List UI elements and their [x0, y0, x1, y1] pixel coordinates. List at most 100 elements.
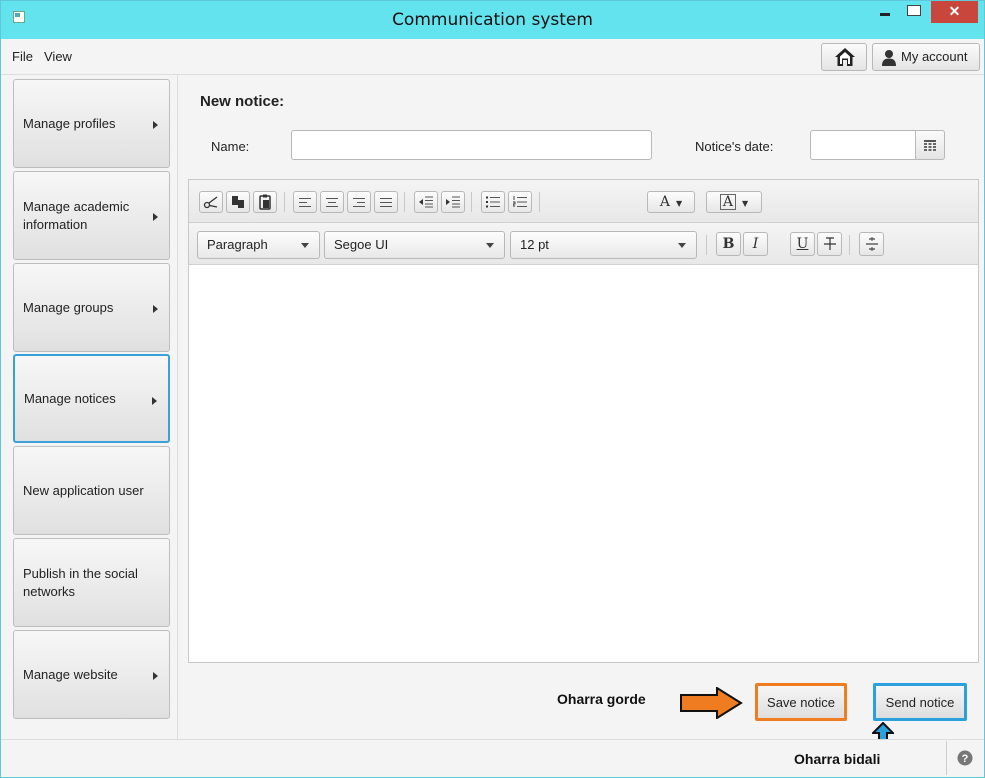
sidebar-item-manage-groups[interactable]: Manage groups — [13, 263, 170, 352]
menu-view[interactable]: View — [44, 49, 72, 64]
chevron-right-icon — [153, 121, 158, 129]
sidebar-item-label: Manage academic information — [23, 198, 130, 232]
strikethrough-icon — [823, 237, 836, 250]
background-color-button[interactable]: A ▼ — [706, 191, 762, 213]
sidebar-item-label: Manage profiles — [23, 115, 116, 131]
maximize-icon[interactable] — [900, 1, 926, 23]
paste-button[interactable] — [253, 191, 277, 213]
align-left-icon — [299, 198, 311, 207]
align-right-icon — [353, 198, 365, 207]
calendar-icon — [924, 140, 936, 151]
bullet-list-icon — [486, 196, 500, 208]
font-size-select[interactable]: 12 pt — [510, 231, 697, 259]
window-title: Communication system — [392, 10, 593, 30]
send-annotation-label: Oharra bidali — [794, 751, 881, 767]
bold-button[interactable]: B — [716, 232, 741, 256]
numbered-list-button[interactable] — [508, 191, 532, 213]
bullet-list-button[interactable] — [481, 191, 505, 213]
close-icon[interactable]: ✕ — [931, 1, 978, 23]
cut-button[interactable] — [199, 191, 223, 213]
chevron-right-icon — [152, 397, 157, 405]
align-left-button[interactable] — [293, 191, 317, 213]
notice-date-input[interactable] — [810, 130, 916, 160]
editor-toolbar-bottom: Paragraph Segoe UI 12 pt B I U — [189, 223, 978, 265]
page-title: New notice: — [200, 93, 285, 110]
toolbar-separator — [284, 192, 285, 212]
indent-icon — [446, 196, 460, 208]
sidebar-item-manage-profiles[interactable]: Manage profiles — [13, 79, 170, 168]
copy-button[interactable] — [226, 191, 250, 213]
save-notice-button[interactable]: Save notice — [755, 683, 847, 721]
menu-file[interactable]: File — [12, 49, 33, 64]
toolbar-separator — [706, 235, 707, 255]
toolbar-separator — [471, 192, 472, 212]
title-bar[interactable]: Communication system ✕ — [1, 1, 984, 39]
font-family-select[interactable]: Segoe UI — [324, 231, 505, 259]
toolbar-separator — [539, 192, 540, 212]
arrow-right-icon — [680, 687, 743, 719]
italic-icon: I — [752, 236, 759, 252]
sidebar-item-manage-notices[interactable]: Manage notices — [13, 354, 170, 443]
send-notice-button[interactable]: Send notice — [873, 683, 967, 721]
date-picker-button[interactable] — [915, 130, 945, 160]
sidebar-item-publish-social-networks[interactable]: Publish in the social networks — [13, 538, 170, 627]
align-center-button[interactable] — [320, 191, 344, 213]
font-size-value: 12 pt — [520, 237, 549, 252]
font-color-button[interactable]: A ▼ — [647, 191, 695, 213]
name-label: Name: — [211, 139, 250, 154]
my-account-label: My account — [901, 49, 968, 64]
toolbar-separator — [404, 192, 405, 212]
numbered-list-icon — [512, 196, 527, 207]
horizontal-rule-button[interactable] — [859, 232, 884, 256]
application-window: Communication system ✕ File View My acco… — [0, 0, 985, 778]
sidebar-item-manage-academic-information[interactable]: Manage academic information — [13, 171, 170, 260]
sidebar-item-label: Publish in the social networks — [23, 565, 138, 599]
background-color-icon: A — [719, 194, 736, 210]
sidebar-item-new-application-user[interactable]: New application user — [13, 446, 170, 535]
strikethrough-button[interactable] — [817, 232, 842, 256]
home-icon — [835, 48, 855, 66]
justify-icon — [380, 198, 392, 207]
chevron-right-icon — [153, 672, 158, 680]
user-icon — [882, 50, 896, 66]
underline-icon: U — [796, 236, 809, 252]
editor-content-area[interactable] — [189, 266, 978, 662]
paragraph-style-value: Paragraph — [207, 237, 268, 252]
save-annotation-label: Oharra gorde — [557, 691, 646, 707]
underline-button[interactable]: U — [790, 232, 815, 256]
horizontal-rule-icon — [865, 237, 878, 251]
chevron-right-icon — [153, 305, 158, 313]
copy-icon — [232, 196, 244, 208]
help-icon: ? — [957, 750, 973, 766]
align-right-button[interactable] — [347, 191, 371, 213]
help-button[interactable]: ? — [946, 741, 982, 775]
chevron-right-icon — [153, 213, 158, 221]
svg-text:?: ? — [962, 753, 969, 765]
sidebar-item-manage-website[interactable]: Manage website — [13, 630, 170, 719]
sidebar-item-label: New application user — [23, 482, 144, 498]
outdent-button[interactable] — [414, 191, 438, 213]
sidebar-item-label: Manage notices — [24, 390, 116, 406]
toolbar-separator — [849, 235, 850, 255]
paste-icon — [259, 194, 271, 210]
chevron-down-icon — [678, 243, 686, 248]
font-color-icon: A — [659, 194, 670, 210]
sidebar-item-label: Manage website — [23, 666, 118, 682]
my-account-button[interactable]: My account — [872, 43, 980, 71]
minimize-icon[interactable] — [872, 1, 898, 23]
menu-bar: File View My account — [1, 39, 984, 75]
sidebar-item-label: Manage groups — [23, 299, 114, 315]
name-input[interactable] — [291, 130, 652, 160]
justify-button[interactable] — [374, 191, 398, 213]
editor-toolbar-top: A ▼ A ▼ — [189, 180, 978, 223]
italic-button[interactable]: I — [743, 232, 768, 256]
font-family-value: Segoe UI — [334, 237, 389, 252]
align-center-icon — [326, 198, 338, 207]
chevron-down-icon — [301, 243, 309, 248]
cut-icon — [203, 196, 218, 209]
paragraph-style-select[interactable]: Paragraph — [197, 231, 320, 259]
chevron-down-icon — [486, 243, 494, 248]
home-button[interactable] — [821, 43, 867, 71]
indent-button[interactable] — [441, 191, 465, 213]
bold-icon: B — [722, 236, 735, 252]
